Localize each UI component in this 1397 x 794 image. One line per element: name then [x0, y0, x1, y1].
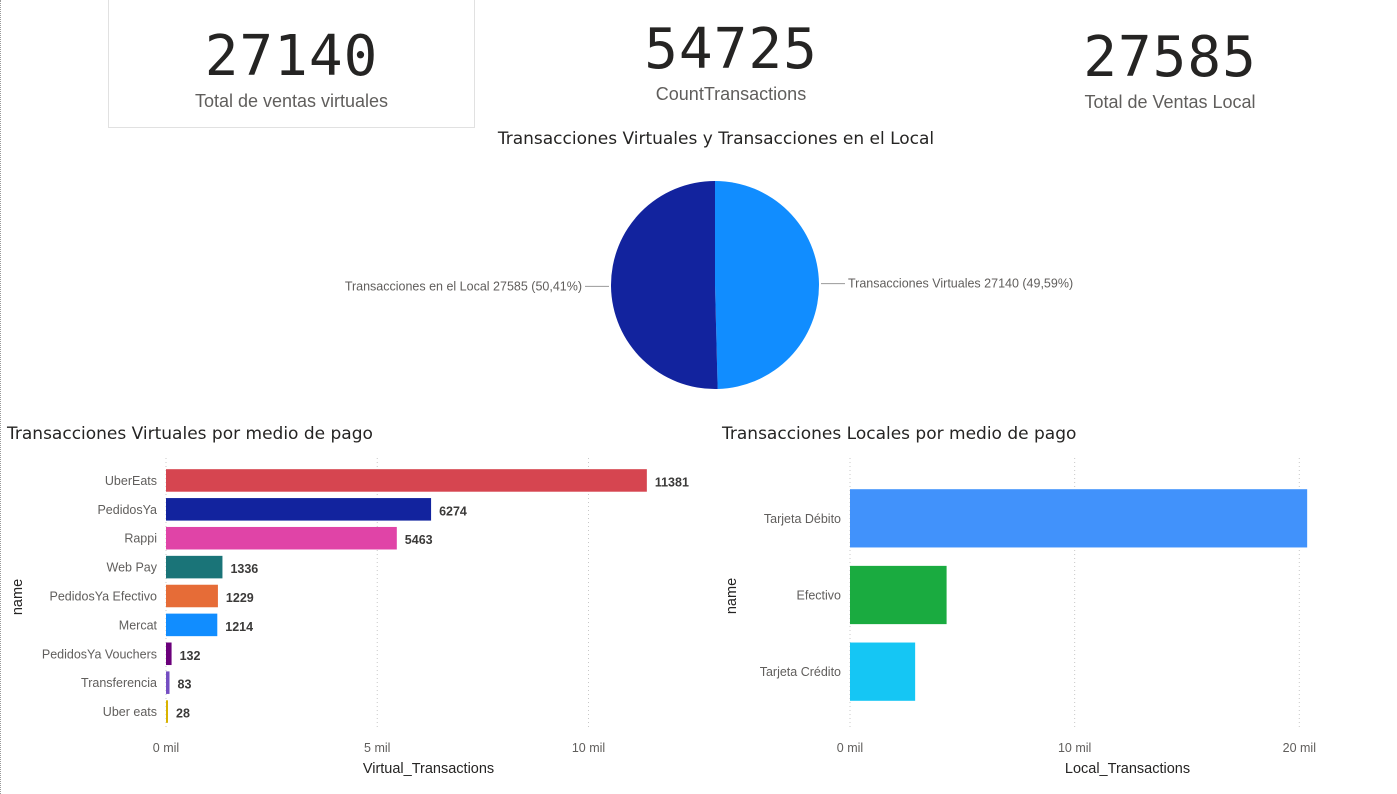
- bar-data-label: 1229: [226, 591, 254, 605]
- category-label: PedidosYa Efectivo: [50, 590, 158, 604]
- pie-slice-1[interactable]: [610, 181, 718, 389]
- bar[interactable]: [850, 489, 1308, 548]
- kpi-card-virtual-sales[interactable]: 27140 Total de ventas virtuales: [108, 0, 475, 128]
- kpi-card-local-sales[interactable]: 27585 Total de Ventas Local: [980, 0, 1360, 120]
- category-label: Tarjeta Débito: [764, 512, 841, 526]
- category-label: Rappi: [124, 532, 157, 546]
- kpi-label: Total de Ventas Local: [1084, 92, 1256, 112]
- bar-data-label: 5463: [405, 533, 433, 547]
- bar[interactable]: [850, 565, 947, 625]
- pie-data-label: Transacciones en el Local 27585 (50,41%): [345, 279, 582, 293]
- x-tick-label: 5 mil: [364, 741, 390, 755]
- local-bar-chart-title: Transacciones Locales por medio de pago: [722, 424, 1077, 444]
- bar-data-label: 6274: [439, 504, 467, 518]
- kpi-label: Total de ventas virtuales: [194, 91, 389, 111]
- x-tick-label: 20 mil: [1283, 741, 1316, 755]
- kpi-value: 27140: [204, 24, 379, 89]
- category-label: UberEats: [105, 474, 157, 488]
- bar[interactable]: [166, 555, 223, 579]
- y-axis-title: name: [10, 579, 26, 615]
- bar[interactable]: [166, 498, 432, 521]
- kpi-value: 27585: [1083, 25, 1257, 90]
- pie-slice-0[interactable]: [715, 181, 819, 389]
- pie-data-label: Transacciones Virtuales 27140 (49,59%): [848, 277, 1073, 291]
- category-label: Efectivo: [797, 589, 842, 603]
- bar[interactable]: [166, 526, 397, 550]
- category-label: PedidosYa Vouchers: [42, 647, 157, 661]
- bar[interactable]: [166, 613, 218, 637]
- bar-data-label: 28: [176, 707, 190, 721]
- category-label: Transferencia: [81, 676, 157, 690]
- y-axis-title: name: [724, 578, 740, 614]
- category-label: PedidosYa: [97, 503, 157, 517]
- category-label: Uber eats: [103, 705, 157, 719]
- kpi-value: 54725: [644, 17, 818, 82]
- kpi-card-count-transactions[interactable]: 54725 CountTransactions: [541, 0, 921, 120]
- local-bar-chart[interactable]: 0 mil 10 mil 20 mil Tarjeta Débito Efectivo T…: [700, 450, 1390, 790]
- bar[interactable]: [850, 642, 916, 701]
- x-axis-title: Local_Transactions: [1065, 761, 1190, 777]
- category-label: Mercat: [119, 618, 158, 632]
- bar-data-label: 1336: [230, 562, 258, 576]
- bar[interactable]: [166, 469, 647, 492]
- bar-data-label: 83: [178, 678, 192, 692]
- virtual-bar-chart-title: Transacciones Virtuales por medio de pag…: [7, 424, 373, 444]
- virtual-bar-chart[interactable]: 0 mil 5 mil 10 mil UberEats 11381 PedidosYa 62…: [0, 450, 700, 790]
- bar-data-label: 1214: [225, 620, 253, 634]
- bar[interactable]: [166, 671, 170, 694]
- category-label: Tarjeta Crédito: [760, 665, 841, 679]
- bar[interactable]: [166, 642, 172, 666]
- category-label: Web Pay: [107, 561, 158, 575]
- x-tick-label: 10 mil: [1058, 741, 1091, 755]
- x-tick-label: 10 mil: [572, 741, 605, 755]
- x-tick-label: 0 mil: [153, 741, 179, 755]
- bar[interactable]: [166, 700, 168, 723]
- x-axis-title: Virtual_Transactions: [363, 761, 494, 777]
- bar-data-label: 11381: [655, 475, 689, 489]
- kpi-label: CountTransactions: [655, 84, 807, 104]
- pie-chart-title: Transacciones Virtuales y Transacciones …: [497, 129, 935, 149]
- pie-chart[interactable]: Transacciones Virtuales 27140 (49,59%) Tr…: [300, 165, 1130, 405]
- bar[interactable]: [166, 584, 218, 608]
- x-tick-label: 0 mil: [837, 741, 863, 755]
- bar-data-label: 132: [180, 649, 201, 663]
